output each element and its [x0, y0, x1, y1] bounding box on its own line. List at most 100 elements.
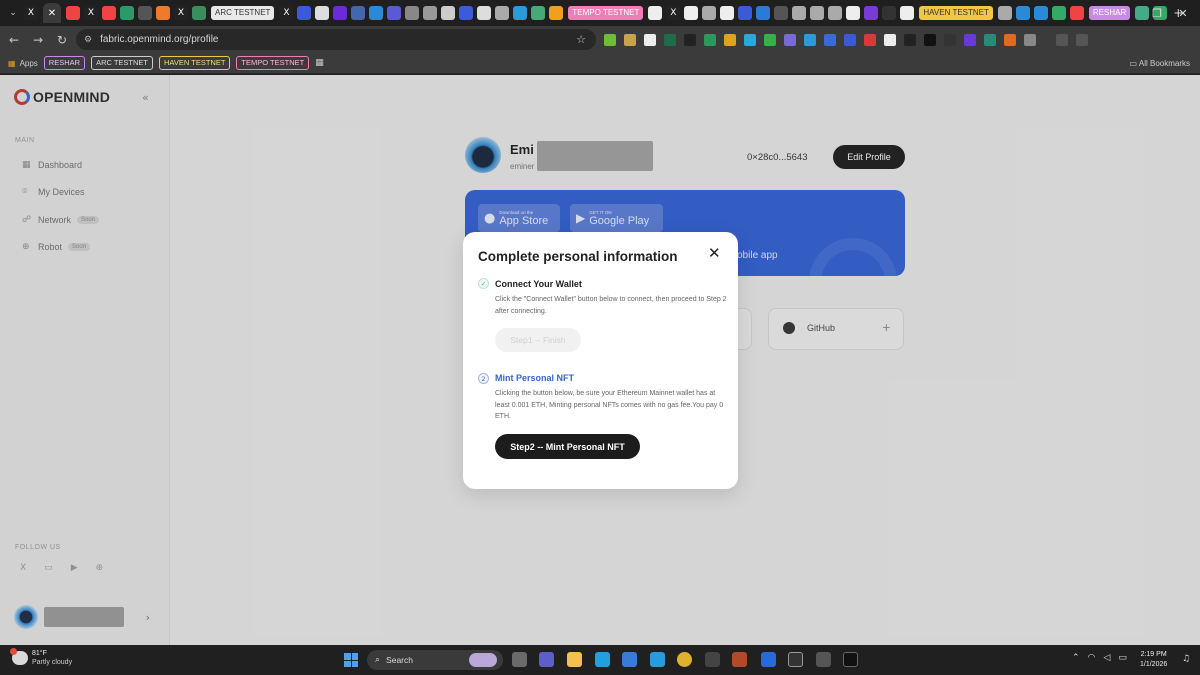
bookmark-tempo-testnet[interactable]: TEMPO TESTNET	[236, 56, 310, 70]
extension-icon[interactable]	[964, 34, 976, 46]
extension-icon[interactable]	[1004, 34, 1016, 46]
address-bar[interactable]: ⚙ fabric.openmind.org/profile ☆	[76, 29, 596, 50]
app-icon[interactable]	[650, 652, 665, 667]
x-app-icon[interactable]	[788, 652, 803, 667]
teams-icon[interactable]	[539, 652, 554, 667]
chevron-up-icon[interactable]: ⌃	[1072, 653, 1080, 663]
wifi-icon[interactable]: ◠	[1088, 653, 1096, 663]
step1-finish-button[interactable]: Step1 -- Finish	[495, 328, 581, 352]
extension-icon[interactable]	[684, 34, 696, 46]
tab-x-icon[interactable]: X	[24, 6, 38, 20]
tab-icon[interactable]	[405, 6, 420, 20]
tab-icon[interactable]	[156, 6, 170, 20]
tab-icon[interactable]	[315, 6, 330, 20]
extension-icon[interactable]	[764, 34, 776, 46]
tab-x-icon[interactable]: X	[84, 6, 98, 20]
clock[interactable]: 2:19 PM 1/1/2026	[1140, 650, 1167, 670]
tab-icon[interactable]	[102, 6, 116, 20]
tab-icon[interactable]	[192, 6, 206, 20]
tab-icon[interactable]	[369, 6, 384, 20]
tab-icon[interactable]	[720, 6, 735, 20]
extension-icon[interactable]	[984, 34, 996, 46]
volume-icon[interactable]: ◁	[1103, 653, 1110, 663]
file-explorer-icon[interactable]	[567, 652, 582, 667]
bookmark-reshar[interactable]: RESHAR	[43, 56, 86, 70]
tab-x-icon[interactable]: X	[279, 6, 294, 20]
profile-icon[interactable]	[1056, 34, 1068, 46]
tab-github-icon[interactable]	[138, 6, 152, 20]
taskbar-search[interactable]: ⌕ Search	[367, 650, 503, 670]
extension-icon[interactable]	[924, 34, 936, 46]
tab-icon[interactable]	[351, 6, 366, 20]
extension-icon[interactable]	[704, 34, 716, 46]
extension-icon[interactable]	[644, 34, 656, 46]
extension-icon[interactable]	[824, 34, 836, 46]
tab-icon[interactable]	[882, 6, 897, 20]
extension-icon[interactable]	[724, 34, 736, 46]
bookmark-arc-testnet[interactable]: ARC TESTNET	[91, 56, 154, 70]
tab-icon[interactable]	[387, 6, 402, 20]
tab-icon[interactable]	[846, 6, 861, 20]
tab-icon[interactable]	[997, 6, 1012, 20]
active-tab[interactable]: ✕	[43, 3, 61, 23]
tab-icon[interactable]	[333, 6, 348, 20]
windows-start-icon[interactable]	[344, 653, 358, 667]
tab-icon[interactable]	[738, 6, 753, 20]
extension-icon[interactable]	[884, 34, 896, 46]
tab-icon[interactable]	[66, 6, 80, 20]
tab-icon[interactable]	[1033, 6, 1048, 20]
tab-icon[interactable]	[1015, 6, 1030, 20]
tab-icon[interactable]	[120, 6, 134, 20]
notifications-bell-icon[interactable]: ♫	[1182, 654, 1190, 664]
tab-icon[interactable]	[756, 6, 771, 20]
bookmark-haven-testnet[interactable]: HAVEN TESTNET	[159, 56, 231, 70]
forward-arrow-icon[interactable]: →	[26, 28, 50, 52]
weather-widget[interactable]: 81°F Partly cloudy	[10, 648, 72, 667]
tab-icon[interactable]	[774, 6, 789, 20]
back-arrow-icon[interactable]: ←	[2, 28, 26, 52]
chrome-icon[interactable]	[677, 652, 692, 667]
tab-icon[interactable]	[423, 6, 438, 20]
tab-icon[interactable]	[1051, 6, 1066, 20]
extension-icon[interactable]	[744, 34, 756, 46]
tab-icon[interactable]	[531, 6, 546, 20]
tab-icon[interactable]	[828, 6, 843, 20]
tab-icon[interactable]	[648, 6, 663, 20]
tab-icon[interactable]	[702, 6, 717, 20]
all-bookmarks[interactable]: ▭ All Bookmarks	[1130, 59, 1190, 68]
tab-chip-arc[interactable]: ARC TESTNET	[211, 6, 275, 20]
app-icon[interactable]	[816, 652, 831, 667]
tab-icon[interactable]	[513, 6, 528, 20]
mint-nft-button[interactable]: Step2 -- Mint Personal NFT	[495, 434, 640, 459]
close-icon[interactable]: ✕	[708, 246, 721, 261]
tab-search-icon[interactable]: ⌄	[6, 6, 20, 20]
close-window-button[interactable]: ✕	[1163, 0, 1200, 26]
extension-icon[interactable]	[864, 34, 876, 46]
app-icon[interactable]	[761, 652, 776, 667]
tab-chip-tempo[interactable]: TEMPO TESTNET	[568, 6, 644, 20]
tab-icon[interactable]	[495, 6, 510, 20]
bookmark-star-icon[interactable]: ☆	[576, 33, 586, 46]
tab-icon[interactable]	[477, 6, 492, 20]
tab-icon[interactable]	[549, 6, 564, 20]
menu-dots-icon[interactable]	[1076, 34, 1088, 46]
reload-icon[interactable]: ↻	[50, 28, 74, 52]
battery-icon[interactable]: ▭	[1118, 653, 1127, 663]
tab-icon[interactable]	[459, 6, 474, 20]
app-icon[interactable]	[705, 652, 720, 667]
extension-icon[interactable]	[664, 34, 676, 46]
minimize-button[interactable]: —	[1097, 0, 1137, 26]
tab-x-icon[interactable]: X	[174, 6, 188, 20]
tab-icon[interactable]	[864, 6, 879, 20]
tab-icon[interactable]	[297, 6, 312, 20]
tradingview-icon[interactable]	[843, 652, 858, 667]
app-icon[interactable]	[732, 652, 747, 667]
extension-icon[interactable]	[604, 34, 616, 46]
tab-x-icon[interactable]: X	[666, 6, 681, 20]
tab-icon[interactable]	[792, 6, 807, 20]
tab-icon[interactable]	[441, 6, 456, 20]
tab-chip-haven[interactable]: HAVEN TESTNET	[919, 6, 993, 20]
url-text[interactable]: fabric.openmind.org/profile	[100, 34, 218, 45]
extension-icon[interactable]	[904, 34, 916, 46]
apps-shortcut[interactable]: ▦ Apps	[8, 59, 38, 68]
